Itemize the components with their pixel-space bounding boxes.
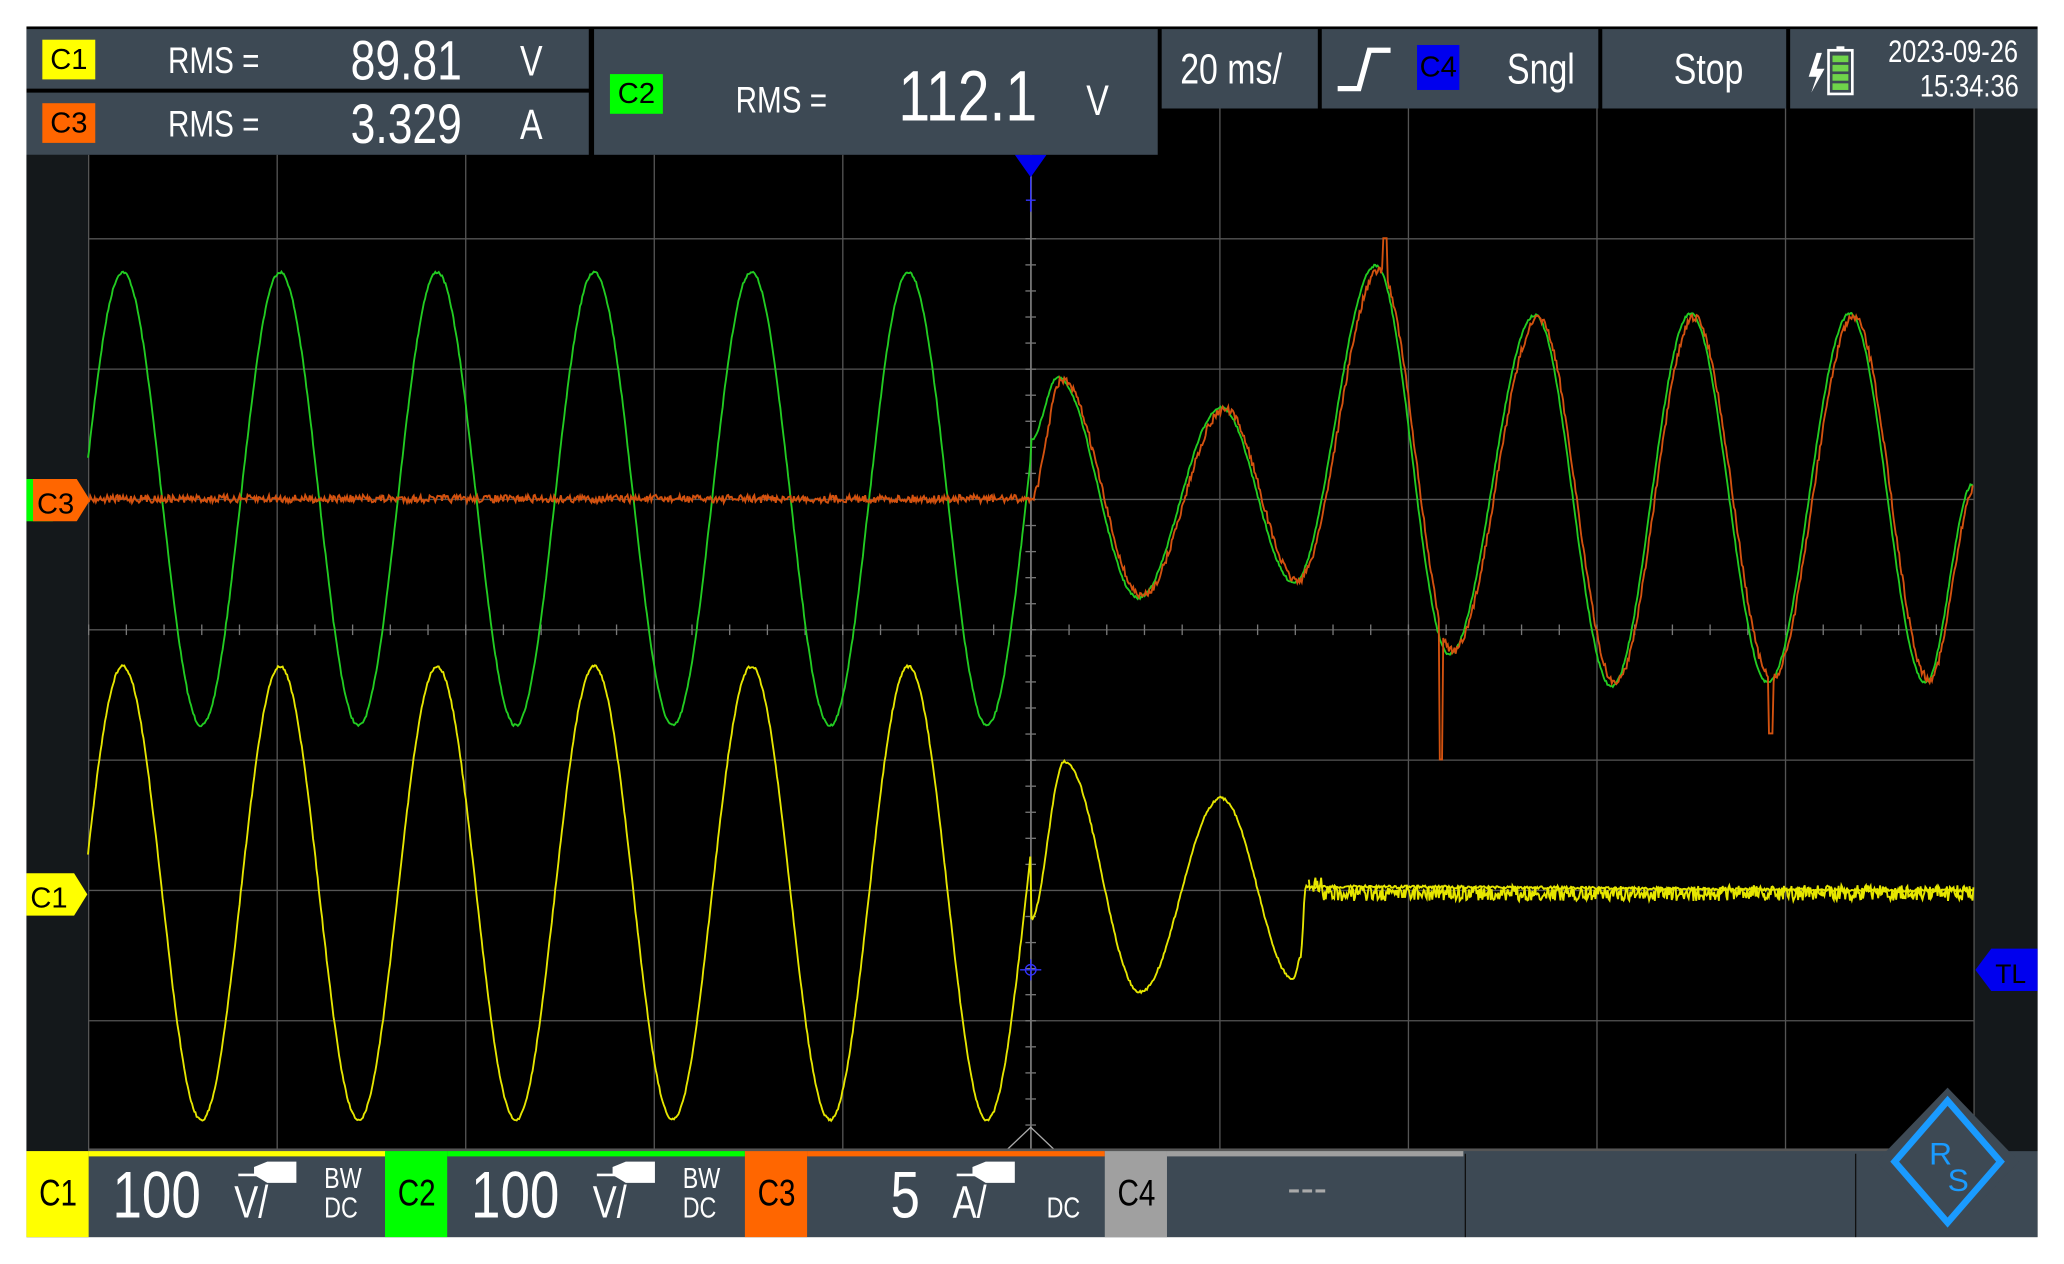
measurement-c2[interactable]: C2 RMS = 112.1 V: [594, 29, 1158, 155]
coupling-label: DC: [1046, 1190, 1081, 1224]
channel-name: C3: [757, 1172, 795, 1214]
c3-measure-label: RMS =: [168, 103, 260, 145]
timebase-button[interactable]: 20 ms/: [1161, 29, 1318, 109]
probe-icon: [238, 1161, 297, 1183]
channel-color-strip: [1166, 1151, 1464, 1157]
channel-c1-settings[interactable]: C1 100 V/ BW DC: [26, 1151, 387, 1238]
c3-badge: C3: [42, 103, 96, 143]
c1-unit: V: [519, 37, 543, 85]
rising-edge-icon: [1337, 47, 1391, 92]
waveform-display[interactable]: T C3 C1 TL: [0, 0, 2064, 1264]
channel-c2-settings[interactable]: C2 100 V/ BW DC: [385, 1151, 745, 1238]
probe-icon: [596, 1161, 655, 1183]
c2-measure-label: RMS =: [735, 79, 828, 121]
c1-marker-label: C1: [30, 883, 67, 915]
separator: [1464, 1153, 1466, 1238]
channel-color-strip: [807, 1151, 1105, 1157]
c3-offset-marker[interactable]: C3: [26, 478, 90, 522]
coupling-label: DC: [682, 1190, 717, 1224]
trigger-button[interactable]: C4 Sngl: [1321, 29, 1599, 109]
c1-measure-label: RMS =: [168, 39, 260, 81]
separator: [1854, 1153, 1857, 1238]
measurement-c1[interactable]: C1 RMS = 89.81 V: [26, 29, 589, 91]
channel-c4-settings[interactable]: C4 ---: [1104, 1151, 1465, 1238]
c1-offset-marker[interactable]: C1: [26, 873, 88, 916]
c3-rms-value: 3.329: [350, 92, 462, 155]
run-stop-button[interactable]: Stop: [1602, 29, 1787, 109]
c2-badge: C2: [609, 74, 663, 114]
trigger-crosshair-icon: [1020, 959, 1042, 981]
channel-name: C4: [1116, 1172, 1155, 1214]
date: 2023-09-26: [1888, 34, 2019, 71]
channel-name: C1: [38, 1172, 77, 1214]
vertical-scale: 100: [471, 1157, 560, 1232]
measurement-c3[interactable]: C3 RMS = 3.329 A: [26, 92, 589, 155]
coupling-label: DC: [324, 1190, 358, 1224]
c3-marker-label: C3: [37, 488, 74, 520]
probe-icon: [956, 1161, 1015, 1183]
trigger-position-marker[interactable]: [1014, 154, 1047, 178]
channel-name: C2: [397, 1172, 436, 1214]
graticule: [87, 108, 1975, 1152]
c2-unit: V: [1086, 76, 1109, 125]
channel-c3-settings[interactable]: C3 5 A/ DC: [744, 1151, 1105, 1238]
time: 15:34:36: [1919, 68, 2019, 105]
c1-badge: C1: [42, 39, 96, 80]
run-state: Stop: [1673, 44, 1744, 93]
trigger-source-badge: C4: [1417, 44, 1460, 90]
trigger-level-marker[interactable]: TL: [1975, 948, 2038, 992]
c1-rms-value: 89.81: [350, 29, 462, 92]
channel-off-placeholder: ---: [1287, 1166, 1328, 1211]
svg-text:S: S: [1948, 1162, 1969, 1198]
c2-rms-value: 112.1: [898, 56, 1038, 137]
vertical-scale: 100: [112, 1157, 201, 1232]
timebase-value: 20 ms/: [1180, 44, 1282, 93]
c3-unit: A: [519, 100, 543, 149]
battery-charging-icon: [1808, 46, 1854, 96]
trigger-mode: Sngl: [1507, 44, 1575, 93]
trigger-level-label: TL: [1995, 959, 2026, 989]
status-panel[interactable]: 2023-09-26 15:34:36: [1790, 29, 2038, 109]
vertical-scale: 5: [890, 1157, 920, 1232]
rs-logo[interactable]: RS: [1866, 1082, 2031, 1237]
